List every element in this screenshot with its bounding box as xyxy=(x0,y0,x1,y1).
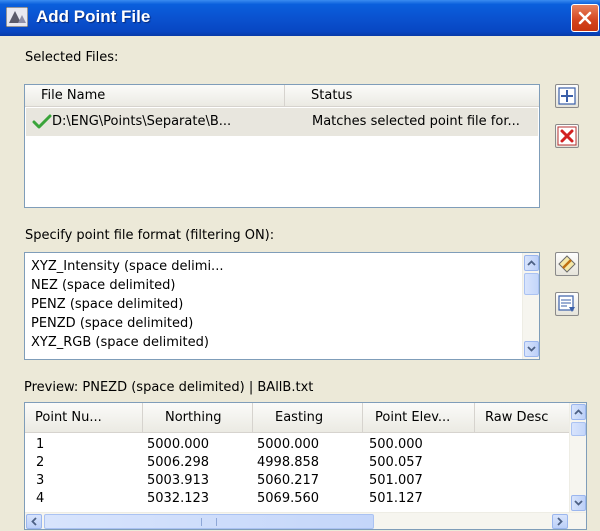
selected-files-header: File Name Status xyxy=(25,85,539,107)
preview-header: Point Nu... Northing Easting Point Elev.… xyxy=(25,403,569,433)
selected-file-row[interactable]: D:\ENG\Points\Separate\B... Matches sele… xyxy=(26,108,538,136)
remove-file-button[interactable] xyxy=(555,124,579,148)
chevron-left-icon xyxy=(31,517,37,526)
window-title: Add Point File xyxy=(36,7,151,26)
format-manager-icon xyxy=(558,295,575,312)
elevation-cell: 501.007 xyxy=(369,473,423,488)
close-button[interactable] xyxy=(571,4,599,32)
northing-cell: 5006.298 xyxy=(147,455,210,470)
preview-vertical-scrollbar[interactable] xyxy=(569,403,586,512)
point-number-cell: 3 xyxy=(36,473,45,488)
pencil-icon xyxy=(558,255,576,273)
point-number-cell: 1 xyxy=(36,437,45,452)
chevron-down-icon xyxy=(574,500,583,506)
point-number-cell: 2 xyxy=(36,455,45,470)
status-cell: Matches selected point file for... xyxy=(312,114,520,129)
format-item[interactable]: PENZD (space delimited) xyxy=(31,314,193,333)
easting-cell: 5069.560 xyxy=(257,491,320,506)
elevation-cell: 500.000 xyxy=(369,437,423,452)
column-header-northing[interactable]: Northing xyxy=(143,403,253,432)
scroll-right-button[interactable] xyxy=(552,514,568,529)
file-name-cell: D:\ENG\Points\Separate\B... xyxy=(52,114,232,129)
edit-format-button[interactable] xyxy=(555,252,579,276)
format-item[interactable]: NEZ (space delimited) xyxy=(31,276,176,295)
column-header-point-elevation[interactable]: Point Elev... xyxy=(363,403,475,432)
preview-horizontal-scrollbar[interactable] xyxy=(25,512,586,529)
close-icon xyxy=(578,11,592,25)
manage-format-button[interactable] xyxy=(555,292,579,316)
format-list[interactable]: XYZ_Intensity (space delimi... NEZ (spac… xyxy=(24,252,540,360)
title-bar: Add Point File xyxy=(0,0,600,36)
chevron-up-icon xyxy=(527,260,536,266)
format-item[interactable]: PENZ (space delimited) xyxy=(31,295,183,314)
scroll-thumb[interactable] xyxy=(571,422,586,436)
chevron-right-icon xyxy=(557,517,563,526)
app-icon xyxy=(5,6,29,28)
scroll-up-button[interactable] xyxy=(524,255,539,271)
horizontal-scroll-thumb[interactable] xyxy=(44,514,374,529)
chevron-up-icon xyxy=(574,409,583,415)
selected-files-label: Selected Files: xyxy=(25,50,119,65)
add-file-icon xyxy=(558,87,576,105)
easting-cell: 5060.217 xyxy=(257,473,320,488)
easting-cell: 4998.858 xyxy=(257,455,320,470)
point-number-cell: 4 xyxy=(36,491,45,506)
selected-files-list[interactable]: File Name Status D:\ENG\Points\Separate\… xyxy=(24,84,540,208)
scroll-thumb[interactable] xyxy=(524,273,539,295)
check-icon xyxy=(32,114,52,129)
column-header-point-number[interactable]: Point Nu... xyxy=(25,403,143,432)
column-header-file-name[interactable]: File Name xyxy=(25,85,285,106)
column-header-easting[interactable]: Easting xyxy=(253,403,363,432)
scroll-down-button[interactable] xyxy=(524,341,539,357)
format-scrollbar[interactable] xyxy=(522,253,539,359)
format-item[interactable]: XYZ_RGB (space delimited) xyxy=(31,333,209,352)
northing-cell: 5000.000 xyxy=(147,437,210,452)
scroll-up-button[interactable] xyxy=(571,404,586,420)
format-item[interactable]: XYZ_Intensity (space delimi... xyxy=(31,257,223,276)
column-header-status[interactable]: Status xyxy=(285,85,541,106)
preview-table[interactable]: Point Nu... Northing Easting Point Elev.… xyxy=(24,402,587,530)
scroll-left-button[interactable] xyxy=(26,514,42,529)
northing-cell: 5003.913 xyxy=(147,473,210,488)
elevation-cell: 501.127 xyxy=(369,491,423,506)
elevation-cell: 500.057 xyxy=(369,455,423,470)
preview-label: Preview: PNEZD (space delimited) | BAllB… xyxy=(24,380,314,395)
chevron-down-icon xyxy=(527,346,536,352)
table-row: 4 5032.123 5069.560 501.127 xyxy=(25,489,570,506)
easting-cell: 5000.000 xyxy=(257,437,320,452)
column-header-raw-description[interactable]: Raw Desc xyxy=(475,403,571,432)
add-file-button[interactable] xyxy=(555,84,579,108)
delete-icon xyxy=(557,126,577,146)
scroll-down-button[interactable] xyxy=(571,495,586,511)
format-label: Specify point file format (filtering ON)… xyxy=(25,228,275,243)
northing-cell: 5032.123 xyxy=(147,491,210,506)
